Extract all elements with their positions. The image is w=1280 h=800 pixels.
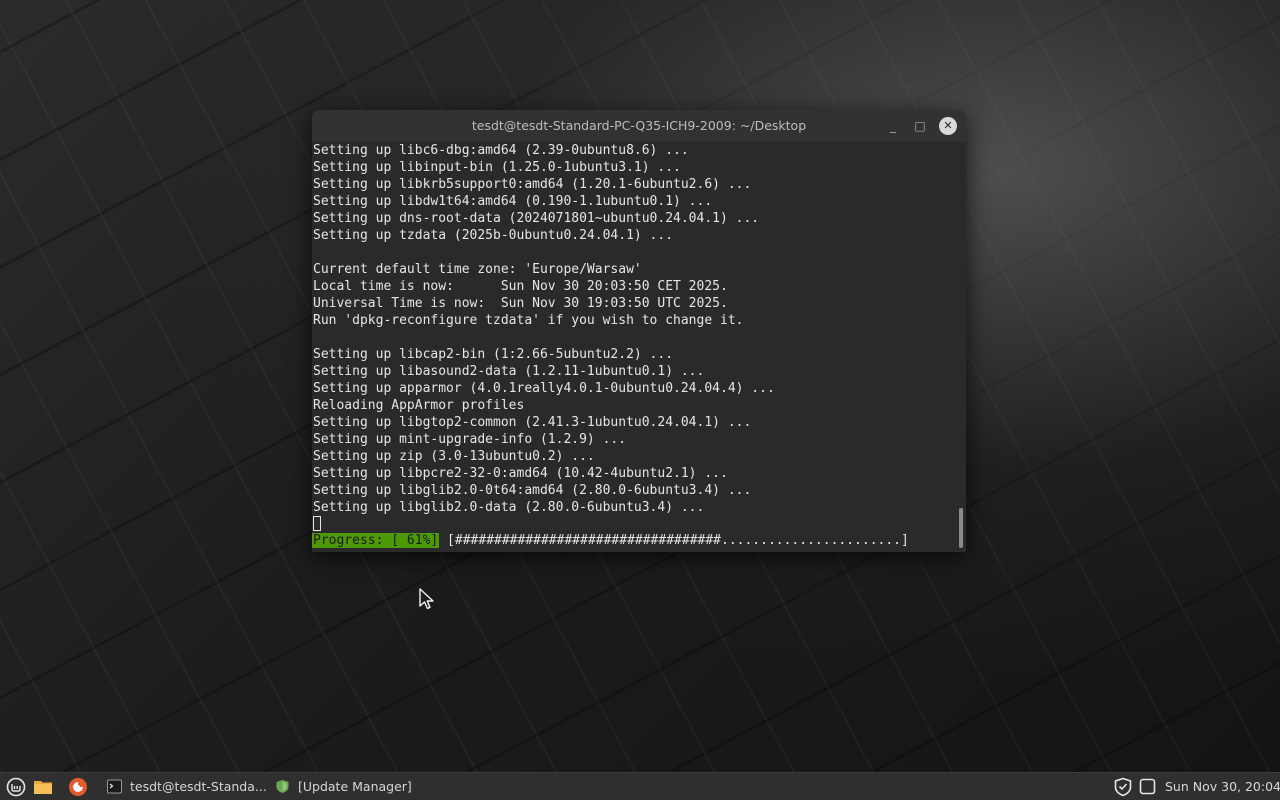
taskbar-item-update-manager[interactable]: [Update Manager] <box>272 773 412 800</box>
window-title: tesdt@tesdt-Standard-PC-Q35-ICH9-2009: ~… <box>471 118 807 133</box>
close-button[interactable]: ✕ <box>939 117 957 135</box>
terminal-output: Setting up libc6-dbg:amd64 (2.39-0ubuntu… <box>312 142 956 533</box>
progress-row: Progress: [ 61%] [######################… <box>312 532 909 549</box>
mouse-pointer-icon <box>419 588 434 610</box>
terminal-line: Setting up libinput-bin (1.25.0-1ubuntu3… <box>313 160 681 175</box>
terminal-line: Setting up libpcre2-32-0:amd64 (10.42-4u… <box>313 466 728 481</box>
terminal-line: Local time is now: Sun Nov 30 20:03:50 C… <box>313 279 728 294</box>
update-manager-icon <box>276 780 289 793</box>
terminal-line: Setting up apparmor (4.0.1really4.0.1-0u… <box>313 381 775 396</box>
taskbar-item-label: [Update Manager] <box>298 779 412 794</box>
terminal-line: Setting up libcap2-bin (1:2.66-5ubuntu2.… <box>313 347 674 362</box>
terminal-line: Setting up zip (3.0-13ubuntu0.2) ... <box>313 449 595 464</box>
minimize-button[interactable]: _ <box>884 117 902 135</box>
notifications-icon[interactable] <box>1139 778 1156 795</box>
shield-icon[interactable] <box>1113 777 1133 797</box>
terminal-line: Setting up libglib2.0-0t64:amd64 (2.80.0… <box>313 483 752 498</box>
terminal-cursor-line <box>313 516 956 533</box>
clock[interactable]: Sun Nov 30, 20:04 <box>1165 773 1280 800</box>
terminal-line: Setting up libc6-dbg:amd64 (2.39-0ubuntu… <box>313 143 689 158</box>
taskbar: tesdt@tesdt-Standa... [Update Manager] S… <box>0 772 1280 800</box>
taskbar-item-terminal[interactable]: tesdt@tesdt-Standa... <box>104 773 270 800</box>
files-icon[interactable] <box>33 777 53 797</box>
terminal-line: Setting up libgtop2-common (2.41.3-1ubun… <box>313 415 752 430</box>
terminal-icon <box>107 779 122 794</box>
terminal-line: Setting up libglib2.0-data (2.80.0-6ubun… <box>313 500 705 515</box>
terminal-line: Setting up libasound2-data (1.2.11-1ubun… <box>313 364 705 379</box>
maximize-button[interactable]: □ <box>911 117 929 135</box>
taskbar-item-label: tesdt@tesdt-Standa... <box>130 779 267 794</box>
terminal-line: Universal Time is now: Sun Nov 30 19:03:… <box>313 296 728 311</box>
terminal-line: Run 'dpkg-reconfigure tzdata' if you wis… <box>313 313 744 328</box>
terminal-line: Reloading AppArmor profiles <box>313 398 525 413</box>
progress-bar-text: [##################################.....… <box>439 533 909 548</box>
terminal-line: Setting up tzdata (2025b-0ubuntu0.24.04.… <box>313 228 674 243</box>
text-cursor <box>313 516 321 531</box>
terminal-line: Current default time zone: 'Europe/Warsa… <box>313 262 642 277</box>
terminal-output-area[interactable]: Setting up libc6-dbg:amd64 (2.39-0ubuntu… <box>312 142 956 552</box>
firefox-icon[interactable] <box>68 777 88 797</box>
terminal-line: Setting up dns-root-data (2024071801~ubu… <box>313 211 760 226</box>
title-bar[interactable]: tesdt@tesdt-Standard-PC-Q35-ICH9-2009: ~… <box>312 110 966 142</box>
terminal-line: Setting up libkrb5support0:amd64 (1.20.1… <box>313 177 752 192</box>
terminal-window[interactable]: tesdt@tesdt-Standard-PC-Q35-ICH9-2009: ~… <box>312 110 966 552</box>
terminal-line: Setting up mint-upgrade-info (1.2.9) ... <box>313 432 627 447</box>
terminal-line: Setting up libdw1t64:amd64 (0.190-1.1ubu… <box>313 194 713 209</box>
scrollbar-thumb[interactable] <box>959 508 963 548</box>
terminal-scrollbar[interactable] <box>956 142 966 552</box>
progress-label: Progress: [ 61%] <box>312 533 440 548</box>
mint-menu-icon[interactable] <box>6 777 26 797</box>
